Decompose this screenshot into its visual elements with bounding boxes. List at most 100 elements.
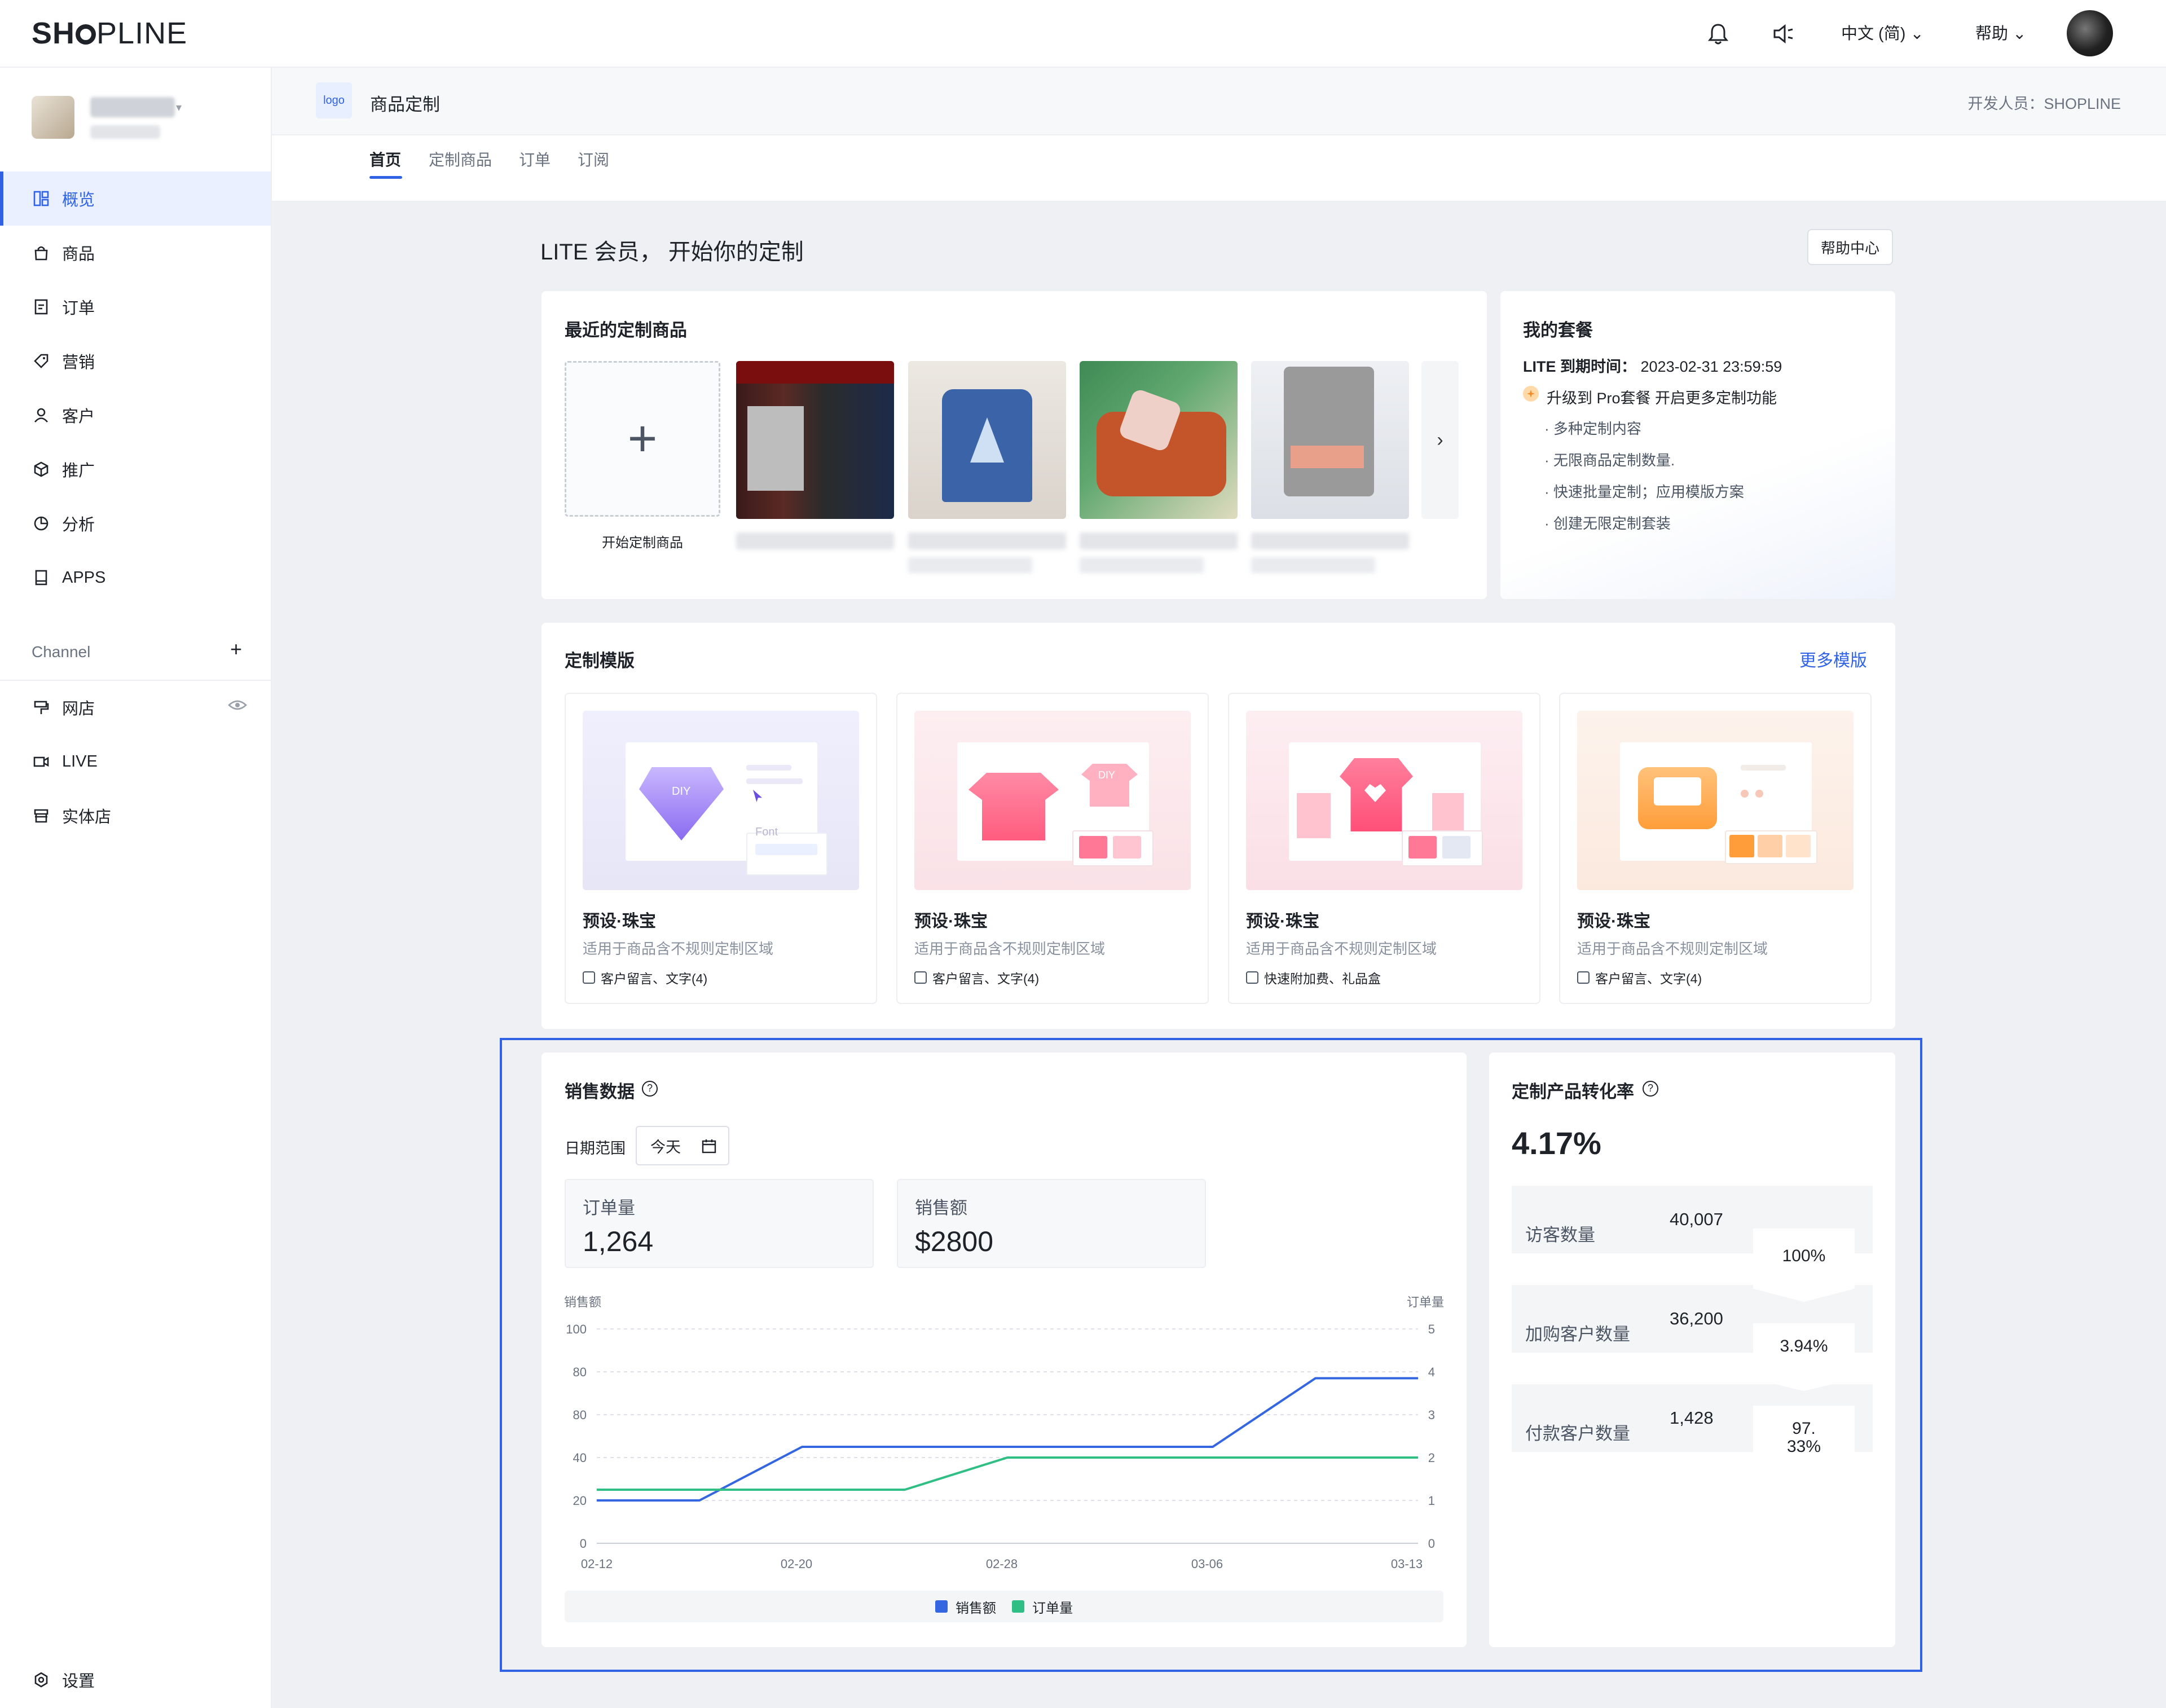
tab-orders[interactable]: 订单 — [519, 148, 551, 170]
template-preview: DIY — [914, 711, 1191, 890]
template-card[interactable]: 预设·珠宝 适用于商品含不规则定制区域 客户留言、文字(4) — [1559, 693, 1872, 1004]
upgrade-link[interactable]: 升级到 Pro套餐 开启更多定制功能 — [1547, 386, 1777, 408]
plan-expiry: LITE 到期时间： 2023-02-31 23:59:59 — [1523, 358, 1782, 375]
tab-home[interactable]: 首页 — [369, 148, 401, 170]
product-name — [736, 532, 894, 549]
template-desc: 适用于商品含不规则定制区域 — [1577, 940, 1768, 957]
pie-icon — [33, 515, 50, 532]
eye-icon[interactable] — [228, 698, 247, 715]
sidebar-item-analytics[interactable]: 分析 — [0, 496, 271, 551]
add-channel-button[interactable]: + — [230, 637, 242, 661]
sidebar-item-retail[interactable]: 实体店 — [0, 789, 271, 843]
template-title: 预设·珠宝 — [914, 912, 988, 931]
chevron-down-icon: ⌄ — [2013, 25, 2027, 43]
plan-feature: · 快速批量定制；应用模版方案 — [1544, 483, 1744, 500]
sidebar-item-label: 推广 — [62, 462, 95, 480]
template-card[interactable]: 预设·珠宝 适用于商品含不规则定制区域 快速附加费、礼品盒 — [1228, 693, 1540, 1004]
chevron-down-icon: ⌄ — [1910, 25, 1924, 43]
speaker-icon[interactable] — [1772, 24, 1795, 47]
product-name-line2 — [1251, 557, 1375, 573]
gear-icon — [33, 1671, 50, 1688]
channel-heading: Channel — [32, 643, 91, 661]
template-tag: 客户留言、文字(4) — [583, 968, 707, 987]
product-thumbnail[interactable] — [1251, 361, 1409, 519]
sidebar-item-label: LIVE — [62, 752, 98, 771]
app-logo: logo — [316, 82, 352, 118]
product-thumbnail[interactable] — [736, 361, 894, 519]
plan-title: 我的套餐 — [1523, 320, 1593, 340]
user-icon — [33, 407, 50, 424]
sidebar-item-apps[interactable]: APPS — [0, 551, 271, 605]
sidebar-item-label: 概览 — [62, 191, 95, 209]
bell-icon[interactable] — [1707, 23, 1729, 48]
sidebar-item-label: 网店 — [62, 700, 95, 718]
product-name-line2 — [908, 557, 1032, 573]
sidebar-item-label: 设置 — [62, 1672, 95, 1691]
plan-feature: · 无限商品定制数量. — [1544, 452, 1675, 469]
avatar[interactable] — [2067, 10, 2113, 56]
template-title: 预设·珠宝 — [583, 912, 656, 931]
upgrade-star-icon — [1523, 386, 1539, 402]
sidebar-item-products[interactable]: 商品 — [0, 226, 271, 280]
sidebar-item-settings[interactable]: 设置 — [0, 1653, 271, 1707]
sidebar-item-live[interactable]: LIVE — [0, 734, 271, 789]
template-card[interactable]: DIY Font 预设·珠宝 适用于商品含不规则定制区域 客户留言、文字(4) — [565, 693, 877, 1004]
video-icon — [33, 753, 50, 770]
order-icon — [33, 298, 50, 315]
product-name-line2 — [1080, 557, 1204, 573]
bag-icon — [33, 244, 50, 261]
sidebar-item-promotion[interactable]: 推广 — [0, 442, 271, 496]
product-thumbnail[interactable] — [908, 361, 1066, 519]
shop-icon — [33, 807, 50, 824]
template-card[interactable]: DIY 预设·珠宝 适用于商品含不规则定制区域 客户留言、文字(4) — [896, 693, 1209, 1004]
help-center-button[interactable]: 帮助中心 — [1807, 229, 1893, 265]
tab-underline — [369, 176, 402, 179]
cube-icon — [33, 461, 50, 478]
language-select[interactable]: 中文 (简) ⌄ — [1841, 20, 1924, 44]
tab-bar — [272, 135, 2166, 202]
template-tag: 快速附加费、礼品盒 — [1246, 968, 1381, 987]
templates-title: 定制模版 — [565, 651, 635, 671]
plan-feature: · 创建无限定制套装 — [1544, 515, 1671, 532]
sidebar-item-label: 商品 — [62, 245, 95, 263]
store-name[interactable] — [90, 97, 175, 117]
product-name — [908, 532, 1066, 549]
tag-icon — [33, 353, 50, 369]
tab-custom-products[interactable]: 定制商品 — [429, 148, 492, 170]
template-title: 预设·珠宝 — [1577, 912, 1650, 931]
message-icon — [1577, 971, 1590, 984]
page-title: LITE 会员， 开始你的定制 — [540, 240, 804, 265]
brand-logo[interactable]: SH PLINE — [32, 16, 187, 51]
more-templates-link[interactable]: 更多模版 — [1799, 646, 1867, 671]
product-name — [1080, 532, 1238, 549]
plan-feature: · 多种定制内容 — [1544, 420, 1641, 437]
product-name — [1251, 532, 1409, 549]
product-thumbnail[interactable] — [1080, 361, 1238, 519]
chevron-down-icon[interactable]: ▾ — [176, 100, 182, 115]
sidebar-item-label: APPS — [62, 568, 106, 587]
message-icon — [583, 971, 595, 984]
store-avatar[interactable] — [32, 96, 74, 139]
sidebar-item-overview[interactable]: 概览 — [0, 171, 271, 226]
sidebar-item-customers[interactable]: 客户 — [0, 388, 271, 442]
recent-products-title: 最近的定制商品 — [565, 320, 687, 340]
checkbox-icon — [1246, 971, 1258, 984]
template-tag: 客户留言、文字(4) — [1577, 968, 1702, 987]
sidebar-item-marketing[interactable]: 营销 — [0, 334, 271, 388]
template-title: 预设·珠宝 — [1246, 912, 1319, 931]
selection-highlight — [500, 1038, 1922, 1672]
add-custom-product-button[interactable]: + — [565, 361, 720, 517]
help-menu[interactable]: 帮助 ⌄ — [1975, 20, 2026, 44]
add-custom-product-label: 开始定制商品 — [602, 535, 683, 551]
sidebar-item-label: 营销 — [62, 354, 95, 372]
chevron-right-icon: › — [1437, 429, 1443, 451]
sidebar-item-orders[interactable]: 订单 — [0, 280, 271, 334]
store-icon — [33, 699, 50, 716]
tab-subscription[interactable]: 订阅 — [578, 148, 609, 170]
app-title: 商品定制 — [370, 95, 440, 115]
app-root: SH PLINE 中文 (简) ⌄ 帮助 ⌄ ▾ 概览 商品 订单 营销 客户 推… — [0, 0, 2166, 1708]
template-desc: 适用于商品含不规则定制区域 — [1246, 940, 1437, 957]
sidebar-item-label: 客户 — [62, 408, 95, 426]
carousel-next-button[interactable]: › — [1421, 361, 1459, 519]
sidebar-item-label: 订单 — [62, 300, 95, 318]
